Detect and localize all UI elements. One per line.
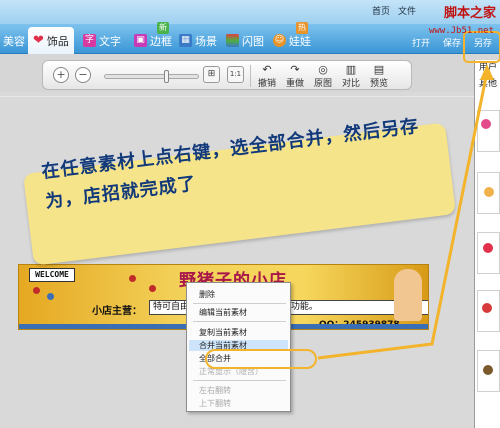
new-badge: 新 [157,22,169,34]
preview-button[interactable]: ▤ 预览 [367,63,391,89]
edit-toolbar: + − ⊞ 1:1 ↶ 撤销 ↷ 重做 ◎ 原图 ▥ 对比 ▤ 预览 [42,60,412,90]
compare-icon: ▥ [345,63,357,76]
tool-label: 对比 [341,79,360,89]
material-thumbnail[interactable] [477,290,500,332]
frame-icon: ▣ [134,34,147,47]
context-menu: 删除 编辑当前素材 复制当前素材 合并当前素材 全部合并 正常显示（隐含） 左右… [186,282,291,412]
undo-icon: ↶ [262,63,272,76]
menu-item-flip-horizontal[interactable]: 左右翻转 [199,385,231,396]
tab-label: 饰品 [46,34,69,48]
thumb-art [482,303,492,313]
menu-separator [193,380,286,381]
tab-label: 文字 [99,34,121,48]
toolbar-separator [250,65,251,87]
sidebar-tab-other[interactable]: 其他 [479,76,497,89]
menu-separator [193,303,286,304]
menu-item-edit[interactable]: 编辑当前素材 [199,307,247,318]
tab-scene[interactable]: ▦ 场景 [174,27,222,54]
flower-decoration [47,293,54,300]
flower-decoration [33,287,40,294]
girl-illustration [394,269,422,321]
menu-item-copy[interactable]: 复制当前素材 [199,327,247,338]
tab-frame[interactable]: ▣ 边框 新 [129,22,177,54]
sidebar-label: 用户 [479,63,498,73]
url-watermark: www.Jb51.net [428,26,494,36]
divider [0,96,474,97]
thumb-art [483,243,493,253]
zoom-in-button[interactable]: + [53,67,69,83]
shop-owner-label: 小店主营： [92,306,142,317]
flower-decoration [149,285,156,292]
redo-button[interactable]: ↷ 重做 [283,63,307,89]
tab-label: 场景 [195,34,217,48]
flower-decoration [129,275,136,282]
material-thumbnail[interactable] [477,172,500,214]
zoom-out-button[interactable]: − [75,67,91,83]
thumb-art [484,187,494,197]
save-button[interactable]: 保存 [443,36,461,49]
brand-watermark: 脚本之家 [443,6,496,21]
original-button[interactable]: ◎ 原图 [311,63,335,89]
fit-window-button[interactable]: ⊞ [203,66,220,83]
compare-button[interactable]: ▥ 对比 [339,63,363,89]
tab-text[interactable]: 字 文字 [78,27,126,54]
welcome-sign: WELCOME [29,268,75,282]
tool-label: 原图 [313,79,332,89]
tab-doll[interactable]: ☺ 娃娃 热 [268,22,316,54]
material-thumbnail[interactable] [477,350,500,392]
merge-all-highlight-ring [205,349,317,369]
undo-button[interactable]: ↶ 撤销 [255,63,279,89]
tool-label: 预览 [369,79,388,89]
tab-accessories[interactable]: ❤ 饰品 [28,27,74,54]
home-link[interactable]: 首页 [372,4,390,17]
thumb-art [483,365,493,375]
heart-icon: ❤ [33,33,44,48]
thumb-art [481,119,491,129]
actual-size-button[interactable]: 1:1 [227,66,244,83]
open-button[interactable]: 打开 [412,36,430,49]
menu-item-delete[interactable]: 删除 [199,289,215,300]
tab-label: 娃娃 [289,34,311,48]
flash-icon [226,34,239,47]
tool-label: 重做 [285,79,304,89]
text-char-icon: 字 [83,34,96,47]
zoom-slider[interactable] [104,74,199,79]
title-bar: 首页 文件 脚本之家 [0,0,500,24]
tab-label: 闪图 [242,34,264,48]
redo-icon: ↷ [290,63,300,76]
material-thumbnail[interactable] [477,110,500,152]
preview-icon: ▤ [373,63,385,76]
menu-separator [193,321,286,322]
tool-label: 撤销 [257,79,276,89]
tab-label: 美容 [3,34,25,48]
doll-icon: ☺ [273,34,286,47]
hot-badge: 热 [296,22,308,34]
menu-item-flip-vertical[interactable]: 上下翻转 [199,398,231,409]
scene-icon: ▦ [179,34,192,47]
tab-beauty[interactable]: 美容 [0,27,30,54]
material-thumbnail[interactable] [477,232,500,274]
tab-flash[interactable]: 闪图 [221,27,269,54]
file-menu[interactable]: 文件 [398,4,416,17]
original-icon: ◎ [318,63,328,76]
save-as-button[interactable]: 另存 [474,36,492,49]
tab-label: 边框 [150,34,172,48]
zoom-slider-handle[interactable] [164,70,169,83]
